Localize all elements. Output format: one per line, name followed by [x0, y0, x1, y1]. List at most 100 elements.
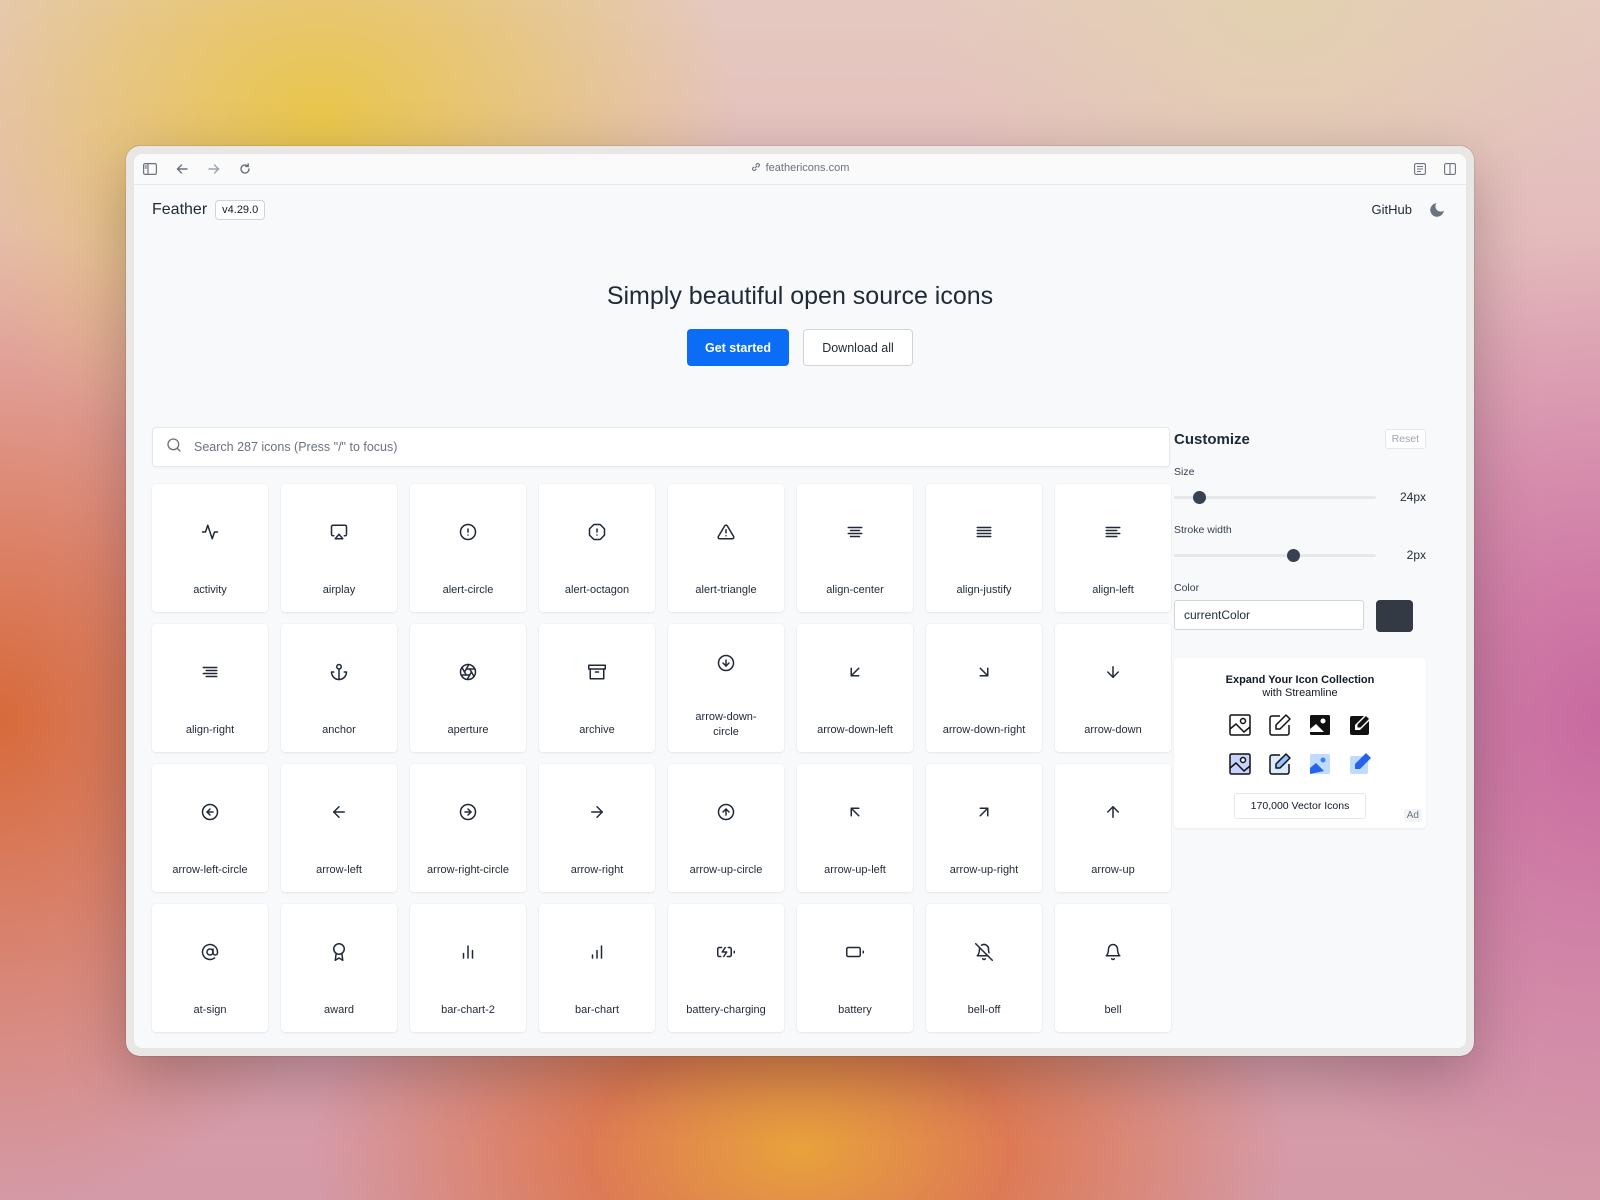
airplay-icon: [281, 523, 397, 541]
vector-icons-button[interactable]: 170,000 Vector Icons: [1233, 793, 1367, 819]
icon-card-award[interactable]: award: [281, 904, 397, 1032]
icon-card-arrow-right[interactable]: arrow-right: [539, 764, 655, 892]
image-outline-icon: [1228, 713, 1252, 742]
arrow-up-icon: [1055, 803, 1171, 821]
icon-card-battery-charging[interactable]: battery-charging: [668, 904, 784, 1032]
icon-label: bar-chart: [574, 1004, 620, 1016]
icon-card-at-sign[interactable]: at-sign: [152, 904, 268, 1032]
icon-card-align-center[interactable]: align-center: [797, 484, 913, 612]
align-left-icon: [1055, 523, 1171, 541]
size-slider[interactable]: [1174, 490, 1376, 504]
customize-panel: Customize Reset Size 24px Stroke width 2…: [1174, 429, 1426, 828]
size-slider-row: 24px: [1174, 487, 1426, 507]
icon-card-arrow-right-circle[interactable]: arrow-right-circle: [410, 764, 526, 892]
anchor-icon: [281, 663, 397, 681]
edit-duotone-icon: [1268, 752, 1292, 781]
split-view-icon[interactable]: [1442, 161, 1458, 177]
color-label: Color: [1174, 582, 1200, 594]
browser-viewport: feathericons.com Feather v4.29.0 GitHub …: [134, 154, 1466, 1048]
reset-button[interactable]: Reset: [1384, 429, 1426, 449]
icon-card-battery[interactable]: battery: [797, 904, 913, 1032]
icon-card-arrow-down-right[interactable]: arrow-down-right: [926, 624, 1042, 752]
icon-card-bar-chart[interactable]: bar-chart: [539, 904, 655, 1032]
icon-label: arrow-left-circle: [172, 864, 248, 876]
icon-card-alert-octagon[interactable]: alert-octagon: [539, 484, 655, 612]
award-icon: [281, 943, 397, 961]
ad-icons: [1174, 713, 1426, 781]
icon-card-arrow-up-left[interactable]: arrow-up-left: [797, 764, 913, 892]
icon-label: arrow-down- circle: [695, 711, 757, 738]
icon-label: align-left: [1092, 584, 1134, 596]
search-input[interactable]: [192, 439, 1169, 455]
icon-label: alert-triangle: [695, 584, 757, 596]
icon-label: anchor: [322, 724, 356, 736]
icon-label: arrow-left: [316, 864, 362, 876]
brand-name[interactable]: Feather: [152, 201, 207, 219]
icon-card-anchor[interactable]: anchor: [281, 624, 397, 752]
icon-label: arrow-up-circle: [689, 864, 763, 876]
ad-subtitle: with Streamline: [1262, 687, 1338, 699]
image-duotone-icon: [1228, 752, 1252, 781]
ad-card[interactable]: Expand Your Icon Collection with Streaml…: [1174, 658, 1426, 828]
icon-card-activity[interactable]: activity: [152, 484, 268, 612]
icon-card-arrow-down-circle[interactable]: arrow-down- circle: [668, 624, 784, 752]
moon-icon[interactable]: [1428, 201, 1446, 224]
hero-buttons: Get started Download all: [134, 329, 1466, 366]
search-box[interactable]: [152, 427, 1170, 467]
stroke-slider-row: 2px: [1174, 545, 1426, 565]
icon-card-alert-circle[interactable]: alert-circle: [410, 484, 526, 612]
customize-header: Customize Reset: [1174, 429, 1426, 449]
icon-card-archive[interactable]: archive: [539, 624, 655, 752]
icon-label: activity: [193, 584, 227, 596]
icon-card-bell[interactable]: bell: [1055, 904, 1171, 1032]
size-slider-thumb[interactable]: [1192, 490, 1206, 504]
address-bar[interactable]: feathericons.com: [134, 162, 1466, 175]
at-sign-icon: [152, 943, 268, 961]
icon-card-aperture[interactable]: aperture: [410, 624, 526, 752]
stroke-width-slider-thumb[interactable]: [1287, 548, 1301, 562]
customize-title: Customize: [1174, 430, 1250, 448]
icon-label: archive: [579, 724, 615, 736]
icon-card-bar-chart-2[interactable]: bar-chart-2: [410, 904, 526, 1032]
icon-card-arrow-up-circle[interactable]: arrow-up-circle: [668, 764, 784, 892]
arrow-down-left-icon: [797, 663, 913, 681]
icon-card-arrow-left[interactable]: arrow-left: [281, 764, 397, 892]
icon-label: align-center: [826, 584, 884, 596]
icon-card-alert-triangle[interactable]: alert-triangle: [668, 484, 784, 612]
size-label: Size: [1174, 466, 1195, 478]
reader-icon[interactable]: [1412, 161, 1428, 177]
icon-card-arrow-left-circle[interactable]: arrow-left-circle: [152, 764, 268, 892]
color-input[interactable]: [1174, 600, 1364, 630]
icon-card-arrow-down[interactable]: arrow-down: [1055, 624, 1171, 752]
hero: Simply beautiful open source icons Get s…: [134, 235, 1466, 366]
icon-card-align-left[interactable]: align-left: [1055, 484, 1171, 612]
github-link[interactable]: GitHub: [1372, 202, 1412, 217]
icon-grid: activity airplay alert-circle alert-octagon…: [152, 484, 1171, 1032]
stroke-width-label: Stroke width: [1174, 524, 1232, 536]
icon-card-arrow-up-right[interactable]: arrow-up-right: [926, 764, 1042, 892]
arrow-up-right-icon: [926, 803, 1042, 821]
ad-title: Expand Your Icon Collection: [1225, 674, 1375, 686]
alert-octagon-icon: [539, 523, 655, 541]
arrow-left-icon: [281, 803, 397, 821]
icon-card-airplay[interactable]: airplay: [281, 484, 397, 612]
alert-circle-icon: [410, 523, 526, 541]
icon-label: arrow-up: [1091, 864, 1135, 876]
icon-card-align-right[interactable]: align-right: [152, 624, 268, 752]
bar-chart-2-icon: [410, 943, 526, 961]
icon-label: arrow-up-left: [824, 864, 886, 876]
bell-off-icon: [926, 943, 1042, 961]
icon-card-align-justify[interactable]: align-justify: [926, 484, 1042, 612]
browser-window: feathericons.com Feather v4.29.0 GitHub …: [126, 146, 1474, 1056]
icon-card-arrow-down-left[interactable]: arrow-down-left: [797, 624, 913, 752]
arrow-down-circle-icon: [668, 654, 784, 672]
stroke-width-slider[interactable]: [1174, 548, 1376, 562]
color-swatch[interactable]: [1376, 600, 1413, 632]
ad-tag: Ad: [1403, 809, 1422, 822]
icon-card-arrow-up[interactable]: arrow-up: [1055, 764, 1171, 892]
icon-card-bell-off[interactable]: bell-off: [926, 904, 1042, 1032]
align-center-icon: [797, 523, 913, 541]
download-all-button[interactable]: Download all: [803, 329, 913, 366]
get-started-button[interactable]: Get started: [687, 329, 789, 366]
image-flat-icon: [1308, 752, 1332, 781]
